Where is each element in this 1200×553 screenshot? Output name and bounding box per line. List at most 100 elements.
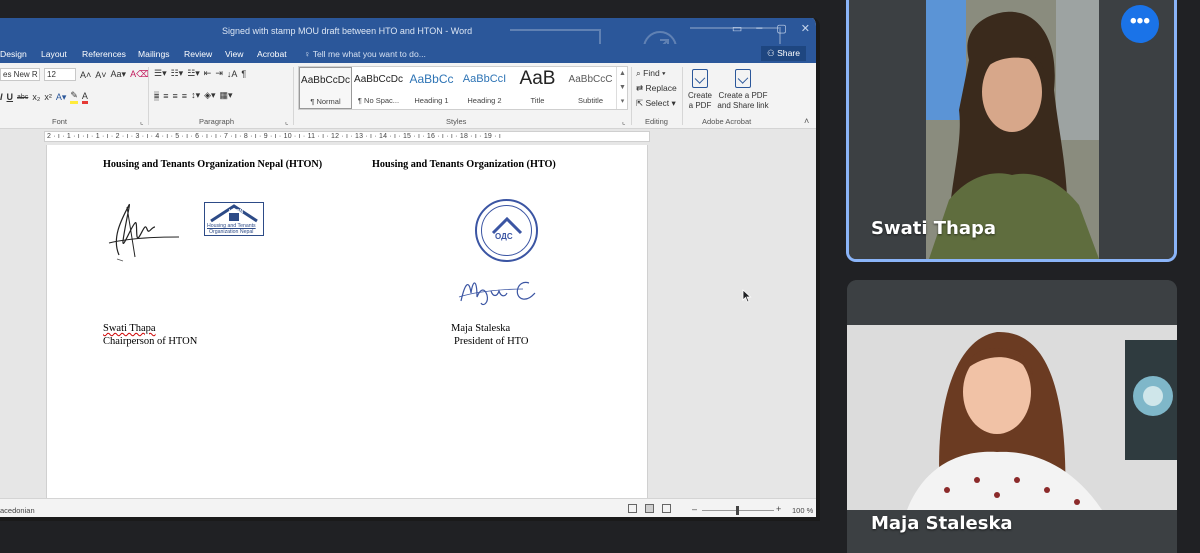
change-case-icon[interactable]: Aa▾: [111, 69, 127, 80]
superscript-icon[interactable]: x²: [44, 92, 52, 102]
read-mode-icon[interactable]: [628, 504, 637, 513]
zoom-slider-thumb[interactable]: [736, 506, 739, 515]
participant-tile-swati[interactable]: Swati Thapa: [846, 0, 1177, 262]
create-pdf-label-1: Create: [687, 91, 712, 100]
language-indicator[interactable]: acedonian: [0, 506, 35, 515]
zoom-out-icon[interactable]: –: [692, 504, 697, 514]
left-signer-name-text: Swati Thapa: [103, 323, 156, 334]
style-normal[interactable]: AaBbCcDc ¶ Normal: [299, 67, 352, 109]
word-title-bar: Signed with stamp MOU draft between HTO …: [0, 18, 816, 77]
more-options-button[interactable]: •••: [1121, 5, 1159, 43]
styles-scroll[interactable]: ▲ ▼ ▾: [616, 67, 628, 109]
tell-me-box[interactable]: ♀ Tell me what you want to do...: [304, 49, 426, 59]
tab-design[interactable]: Design: [0, 49, 27, 59]
line-spacing-icon[interactable]: ↕▾: [191, 90, 200, 101]
minimize-icon[interactable]: –: [756, 22, 762, 35]
highlight-icon[interactable]: ✎: [70, 90, 78, 104]
tab-acrobat[interactable]: Acrobat: [257, 49, 287, 59]
align-left-icon[interactable]: ≡: [154, 90, 160, 101]
maja-signature: [458, 281, 536, 306]
numbering-icon[interactable]: ☷▾: [171, 68, 184, 79]
create-share-pdf-button[interactable]: Create a PDF and Share link: [716, 69, 770, 111]
font-row-1: es New R 12 A˄ A˅ Aa▾ A⌫: [0, 68, 149, 81]
lightbulb-icon: ♀: [304, 49, 311, 59]
participant-tile-maja[interactable]: Maja Staleska: [847, 280, 1177, 553]
decrease-indent-icon[interactable]: ⇤: [204, 68, 212, 79]
italic-icon[interactable]: I: [0, 92, 3, 102]
print-layout-icon[interactable]: [645, 504, 654, 513]
close-icon[interactable]: ✕: [801, 22, 810, 35]
editing-group-label: Editing: [645, 117, 668, 126]
strikethrough-icon[interactable]: abc: [17, 94, 28, 101]
maximize-icon[interactable]: ▢: [776, 22, 786, 35]
justify-icon[interactable]: ≡: [182, 91, 187, 101]
window-controls: ▭ – ▢ ✕: [732, 22, 810, 35]
shading-icon[interactable]: ◈▾: [204, 90, 215, 101]
font-family-box[interactable]: es New R: [0, 68, 40, 81]
shared-word-window: Signed with stamp MOU draft between HTO …: [0, 18, 820, 521]
increase-indent-icon[interactable]: ⇥: [215, 68, 223, 79]
pilcrow-icon[interactable]: ¶: [241, 69, 246, 79]
stamp-text: ОДС: [495, 232, 513, 241]
shrink-font-icon[interactable]: A˅: [95, 70, 106, 80]
document-page[interactable]: Housing and Tenants Organization Nepal (…: [46, 145, 648, 498]
bullets-icon[interactable]: ☰▾: [154, 68, 167, 79]
word-status-bar: acedonian – + 100 %: [0, 498, 816, 517]
style-heading-2[interactable]: AaBbCcI Heading 2: [458, 67, 511, 109]
paragraph-launcher-icon[interactable]: ⌞: [285, 117, 289, 126]
view-buttons: [628, 504, 671, 513]
create-pdf-label-2: a PDF: [688, 101, 712, 110]
web-layout-icon[interactable]: [662, 504, 671, 513]
styles-launcher-icon[interactable]: ⌞: [622, 117, 626, 126]
style-title[interactable]: AaB Title: [511, 67, 564, 109]
style-subtitle[interactable]: AaBbCcC Subtitle: [564, 67, 617, 109]
chevron-down-icon[interactable]: ▼: [617, 81, 628, 95]
tab-layout[interactable]: Layout: [41, 49, 67, 59]
ribbon-display-icon[interactable]: ▭: [732, 22, 742, 35]
sort-icon[interactable]: ↓A: [227, 69, 238, 79]
text-effects-icon[interactable]: A▾: [56, 92, 67, 103]
chevron-up-icon[interactable]: ▲: [617, 67, 628, 81]
zoom-percent[interactable]: 100 %: [792, 506, 813, 515]
select-button[interactable]: ⇱ Select ▾: [636, 98, 676, 109]
ribbon: es New R 12 A˄ A˅ Aa▾ A⌫ I U abc x₂ x² A…: [0, 63, 816, 129]
pdf-icon: [692, 69, 708, 88]
left-signer-title: Chairperson of HTON: [103, 336, 198, 347]
participant-name-swati: Swati Thapa: [871, 218, 997, 239]
align-center-icon[interactable]: ≡: [163, 91, 168, 101]
replace-button[interactable]: ⇄ Replace: [636, 83, 677, 94]
style-heading-1[interactable]: AaBbCc Heading 1: [405, 67, 458, 109]
create-pdf-button[interactable]: Create a PDF: [686, 69, 714, 111]
more-styles-icon[interactable]: ▾: [617, 95, 628, 109]
clear-format-icon[interactable]: A⌫: [130, 69, 149, 80]
paragraph-group-label: Paragraph: [199, 117, 235, 126]
ribbon-separator: [148, 67, 149, 125]
tab-references[interactable]: References: [82, 49, 126, 59]
font-launcher-icon[interactable]: ⌞: [140, 117, 144, 126]
tab-view[interactable]: View: [225, 49, 243, 59]
meeting-stage: Signed with stamp MOU draft between HTO …: [0, 0, 1200, 553]
pdf-share-icon: [735, 69, 751, 88]
style-no-spacing[interactable]: AaBbCcDc ¶ No Spac...: [352, 67, 405, 109]
font-color-icon[interactable]: A: [81, 91, 88, 104]
hton-logo: HTON Housing and Tenants Organization Ne…: [204, 202, 264, 236]
tab-review[interactable]: Review: [184, 49, 212, 59]
align-right-icon[interactable]: ≡: [173, 91, 178, 101]
font-size-box[interactable]: 12: [44, 68, 76, 81]
zoom-in-icon[interactable]: +: [776, 504, 781, 514]
subscript-icon[interactable]: x₂: [32, 92, 40, 102]
ruler-strip[interactable]: 2 · ı · 1 · ı · ı · 1 · ı · 2 · ı · 3 · …: [44, 131, 650, 142]
swati-signature: [108, 204, 180, 262]
paragraph-row-1: ☰▾ ☷▾ ☳▾ ⇤ ⇥ ↓A ¶: [154, 68, 246, 79]
ribbon-tab-bar: Design Layout References Mailings Review…: [0, 44, 816, 63]
tab-mailings[interactable]: Mailings: [138, 49, 170, 59]
multilevel-list-icon[interactable]: ☳▾: [187, 68, 200, 79]
share-button[interactable]: ⚇ Share: [760, 46, 806, 61]
grow-font-icon[interactable]: A˄: [80, 70, 91, 80]
collapse-ribbon-icon[interactable]: ˄: [804, 116, 809, 126]
borders-icon[interactable]: ▦▾: [220, 90, 233, 101]
find-button[interactable]: ⌕ Find ▾: [636, 68, 666, 79]
underline-icon[interactable]: U: [7, 92, 14, 102]
acrobat-group-label: Adobe Acrobat: [702, 117, 752, 126]
style-sample: AaBbCcDc: [354, 74, 403, 85]
